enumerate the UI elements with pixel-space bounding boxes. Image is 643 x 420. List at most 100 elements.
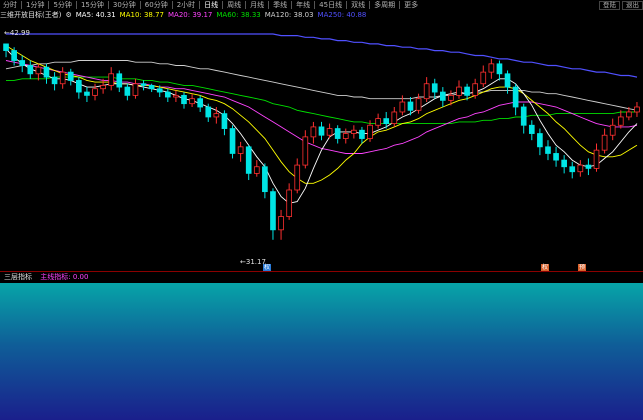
marker-quan-2[interactable]: 权 <box>541 264 549 271</box>
candle-down <box>3 43 9 51</box>
candle-down <box>221 113 228 129</box>
period-tab-12[interactable]: 45日线 <box>316 0 345 10</box>
candle-down <box>553 153 559 161</box>
candle-down <box>359 129 365 139</box>
candle-up <box>35 66 42 75</box>
candle-down <box>27 65 34 75</box>
candle-down <box>383 118 390 124</box>
period-tab-4[interactable]: 30分钟 <box>110 0 139 10</box>
candle-down <box>262 166 268 193</box>
indicator-name[interactable]: 三维开放目标(王者) <box>0 10 61 20</box>
candle-up <box>213 113 220 118</box>
period-tab-1[interactable]: 1分钟 <box>23 0 47 10</box>
candle-up <box>577 164 584 173</box>
period-toolbar: 分时 1分钟 5分钟 15分钟 30分钟 60分钟 2小时 日线 周线 月线 季线 年线 45日线 双线多… <box>0 0 643 10</box>
price-chart[interactable] <box>0 20 643 272</box>
candle-up <box>59 71 66 85</box>
ma60-label: MA60: 38.33 <box>216 11 261 19</box>
candle-up <box>286 189 292 217</box>
ma20-label: MA20: 39.17 <box>168 11 213 19</box>
candle-down <box>569 166 576 173</box>
candle-up <box>601 134 608 151</box>
candle-up <box>189 98 195 105</box>
candle-down <box>504 73 511 88</box>
ma250-label: MA250: 40.88 <box>317 11 367 19</box>
candle-down <box>270 191 276 231</box>
candle-up <box>423 83 430 100</box>
candle-up <box>415 98 422 111</box>
candle-down <box>318 126 325 136</box>
period-tab-7[interactable]: 日线 <box>201 0 221 10</box>
candle-up <box>92 88 98 96</box>
candle-up <box>253 166 260 174</box>
toolbar-divider <box>222 1 224 9</box>
candle-down <box>43 66 50 78</box>
period-tab-13[interactable]: 双线 <box>348 0 368 10</box>
candle-up <box>294 164 301 191</box>
candle-up <box>480 71 487 85</box>
candle-down <box>496 63 503 75</box>
period-tab-5[interactable]: 60分钟 <box>142 0 171 10</box>
candle-down <box>440 91 446 101</box>
candle-down <box>51 76 58 85</box>
period-tab-10[interactable]: 季线 <box>270 0 290 10</box>
gear-icon[interactable]: ⚙ <box>65 10 71 20</box>
period-tab-2[interactable]: 5分钟 <box>50 0 74 10</box>
period-tab-15[interactable]: 更多 <box>401 0 421 10</box>
toolbar-right-button-0[interactable]: 登陆 <box>599 0 620 10</box>
candle-up <box>617 116 624 126</box>
sub-indicator-panel[interactable] <box>0 283 643 420</box>
candle-down <box>164 91 171 98</box>
toolbar-divider <box>346 1 348 9</box>
toolbar-right-button-1[interactable]: 退出 <box>622 0 643 10</box>
candle-down <box>512 86 519 108</box>
toolbar-divider <box>314 1 316 9</box>
candle-up <box>173 94 179 98</box>
candle-down <box>561 159 567 168</box>
candle-up <box>278 216 284 231</box>
sub-indicator-title[interactable]: 三层指标 <box>4 273 32 281</box>
candle-up <box>375 118 381 126</box>
period-tab-3[interactable]: 15分钟 <box>78 0 107 10</box>
candle-up <box>342 133 349 139</box>
candle-up <box>448 94 454 101</box>
period-tab-9[interactable]: 月线 <box>247 0 267 10</box>
candle-down <box>245 146 252 174</box>
candle-up <box>472 83 479 96</box>
candle-down <box>84 91 90 96</box>
toolbar-divider <box>369 1 371 9</box>
candle-down <box>156 88 163 93</box>
period-tab-6[interactable]: 2小时 <box>174 0 198 10</box>
ma5-label: MA5: 40.31 <box>75 11 116 19</box>
candle-down <box>116 73 123 88</box>
candle-up <box>100 85 106 90</box>
sub-indicator-value: 主线指标: 0.00 <box>40 273 89 281</box>
candle-down <box>585 164 592 169</box>
marker-quan[interactable]: 权 <box>263 264 271 271</box>
candle-up <box>634 106 640 113</box>
candle-down <box>181 94 187 105</box>
candle-up <box>302 136 309 166</box>
candle-down <box>229 128 236 154</box>
candle-down <box>197 98 203 108</box>
candle-up <box>391 111 398 124</box>
period-tab-11[interactable]: 年线 <box>293 0 313 10</box>
candle-down <box>11 50 17 61</box>
period-tab-0[interactable]: 分时 <box>0 0 20 10</box>
period-tab-8[interactable]: 周线 <box>224 0 244 10</box>
candle-up <box>609 124 616 136</box>
ma-legend: 三维开放目标(王者) ⚙ MA5: 40.31 MA10: 38.77 MA20… <box>0 10 366 20</box>
period-tab-14[interactable]: 多周期 <box>371 0 398 10</box>
toolbar-divider <box>199 1 201 9</box>
candle-down <box>67 71 74 81</box>
toolbar-divider <box>21 1 22 9</box>
candle-down <box>19 60 26 66</box>
candle-up <box>108 73 115 86</box>
candle-up <box>326 128 333 136</box>
candle-down <box>148 85 155 90</box>
toolbar-divider <box>268 1 270 9</box>
sub-indicator-header: 三层指标 主线指标: 0.00 <box>0 272 643 283</box>
toolbar-divider <box>139 1 141 9</box>
candle-down <box>334 128 341 139</box>
marker-yu[interactable]: 预 <box>578 264 586 271</box>
